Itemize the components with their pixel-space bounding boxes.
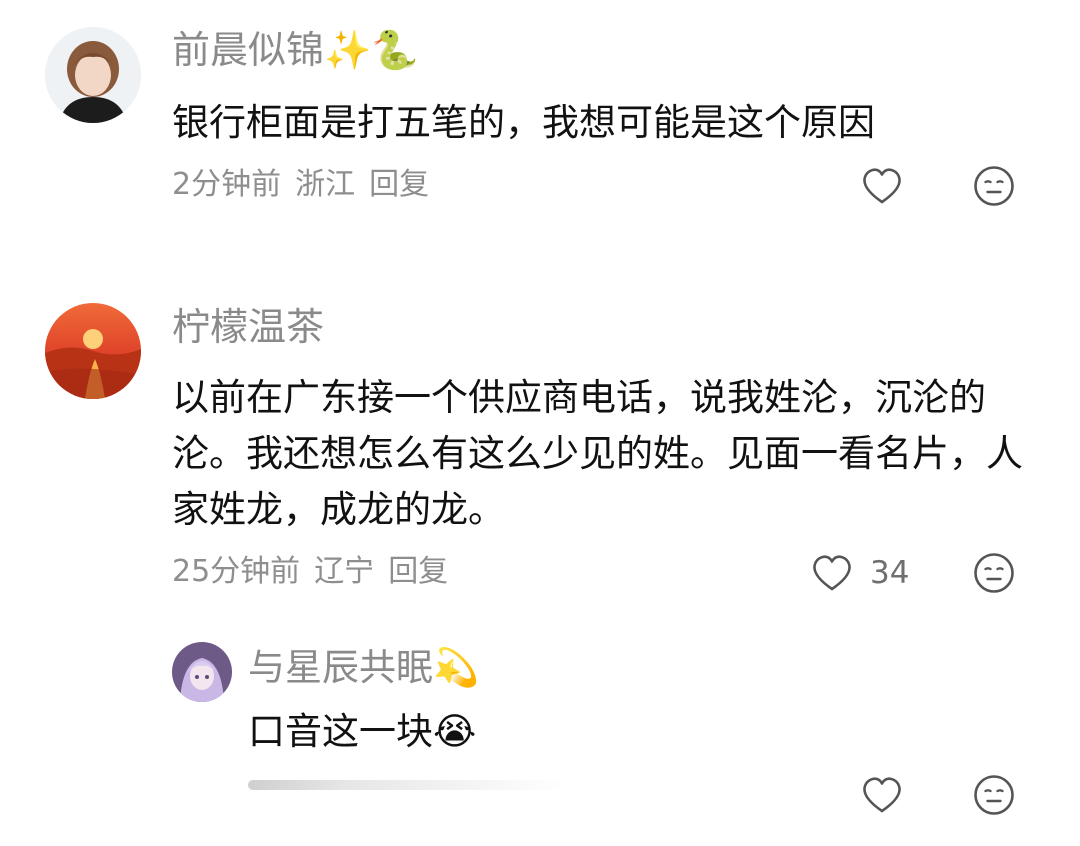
neutral-face-icon[interactable]	[972, 164, 1016, 208]
neutral-face-icon[interactable]	[972, 551, 1016, 595]
comment-location: 辽宁	[314, 554, 375, 589]
reply-text: 口音这一块😭	[248, 710, 477, 753]
comment-text: 以前在广东接一个供应商电话，说我姓沦，沉沦的沦。我还想怎么有这么少见的姓。见面一…	[172, 376, 1023, 531]
comment-location: 浙江	[295, 167, 356, 202]
reply-button[interactable]: 回复	[369, 167, 429, 202]
collapsed-replies-placeholder	[248, 780, 568, 790]
comment-meta: 25分钟前 辽宁 回复	[172, 554, 462, 590]
like-count: 34	[870, 555, 910, 591]
avatar[interactable]	[45, 303, 141, 399]
comment-meta: 2分钟前 浙江 回复	[172, 167, 443, 203]
crying-emoji: 😭	[433, 710, 477, 753]
neutral-face-icon[interactable]	[972, 773, 1016, 817]
comment-text: 银行柜面是打五笔的，我想可能是这个原因	[172, 101, 875, 144]
heart-icon[interactable]	[860, 773, 904, 817]
avatar[interactable]	[172, 642, 232, 702]
comment-username[interactable]: 前晨似锦✨🐍	[172, 28, 419, 72]
comment-username[interactable]: 柠檬温茶	[172, 305, 324, 349]
comment-time: 2分钟前	[172, 167, 282, 202]
heart-icon[interactable]	[810, 551, 854, 595]
dizzy-emoji: 💫	[433, 646, 480, 689]
avatar[interactable]	[45, 27, 141, 123]
reply-button[interactable]: 回复	[388, 554, 448, 589]
reply-username[interactable]: 与星辰共眠💫	[248, 646, 479, 690]
heart-icon[interactable]	[860, 164, 904, 208]
sparkle-snake-emoji: ✨🐍	[324, 28, 419, 72]
comment-time: 25分钟前	[172, 554, 301, 589]
